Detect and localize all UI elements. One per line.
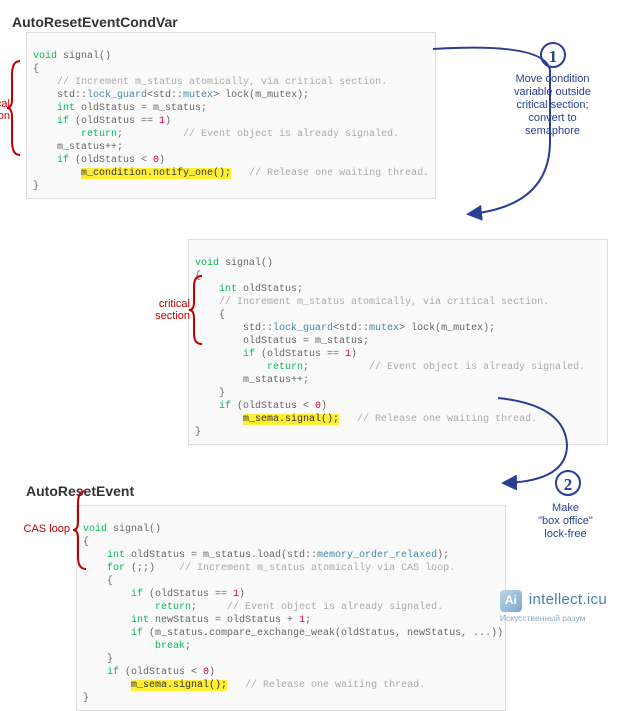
- watermark-icon: [500, 590, 522, 612]
- watermark: intellect.icu Искусственный разум: [500, 590, 607, 624]
- step-note-2: Make "box office" lock-free: [508, 502, 617, 541]
- step-circle-1: 1: [540, 42, 566, 68]
- title-autoresetcondvar: AutoResetEventCondVar: [12, 14, 605, 30]
- codebox-1: void signal() { // Increment m_status at…: [26, 32, 436, 199]
- codebox-2: void signal() { int oldStatus; // Increm…: [188, 239, 608, 445]
- step-circle-2: 2: [555, 470, 581, 496]
- step-note-1: Move condition variable outside critical…: [495, 73, 610, 138]
- brace-label-1: critical section: [0, 98, 10, 122]
- title-autoreset: AutoResetEvent: [26, 483, 605, 499]
- brace-label-3: CAS loop: [12, 523, 70, 535]
- brace-label-2: critical section: [140, 298, 190, 322]
- codebox-3: void signal() { int oldStatus = m_status…: [76, 505, 506, 711]
